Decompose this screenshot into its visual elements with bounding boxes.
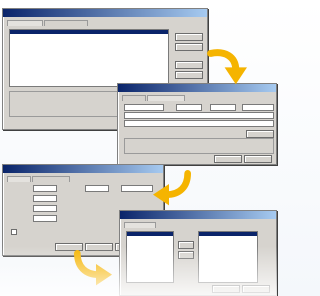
item-list[interactable] [9,29,169,87]
tab-second[interactable] [44,20,88,26]
tab-strip [7,176,70,182]
input-field[interactable] [124,112,274,119]
window-title [3,165,163,173]
input-field[interactable] [124,120,274,127]
side-button-2[interactable] [175,43,203,51]
input-field[interactable] [33,195,57,202]
input-field[interactable] [33,215,57,222]
cancel-button[interactable] [244,155,272,163]
input-field[interactable] [121,185,153,192]
input-field[interactable] [33,185,57,192]
tab-second[interactable] [32,176,70,182]
tab-first[interactable] [7,176,31,182]
window-title [3,9,207,17]
tab-first[interactable] [122,95,146,101]
options-group [124,138,274,154]
option-checkbox[interactable] [11,229,17,235]
tab-strip [122,95,185,101]
input-field[interactable] [176,104,202,111]
input-field[interactable] [85,185,109,192]
tab-strip [124,222,156,228]
tab-second[interactable] [147,95,185,101]
input-field[interactable] [210,104,236,111]
list-item[interactable] [10,54,168,58]
window-title [118,84,276,92]
tab-first[interactable] [124,222,156,228]
background-fade [0,246,277,296]
curved-arrow-icon [207,49,247,85]
side-button-1[interactable] [175,33,203,41]
input-field[interactable] [124,104,164,111]
side-button-3[interactable] [175,61,203,69]
tab-first[interactable] [7,20,43,26]
curved-arrow-icon [153,170,191,206]
input-field[interactable] [242,104,274,111]
dialog-window-2 [117,83,277,165]
ok-button[interactable] [214,155,242,163]
input-field[interactable] [33,205,57,212]
browse-button[interactable] [246,130,274,138]
tab-strip [7,20,88,26]
window-title [120,211,276,219]
side-button-4[interactable] [175,71,203,79]
